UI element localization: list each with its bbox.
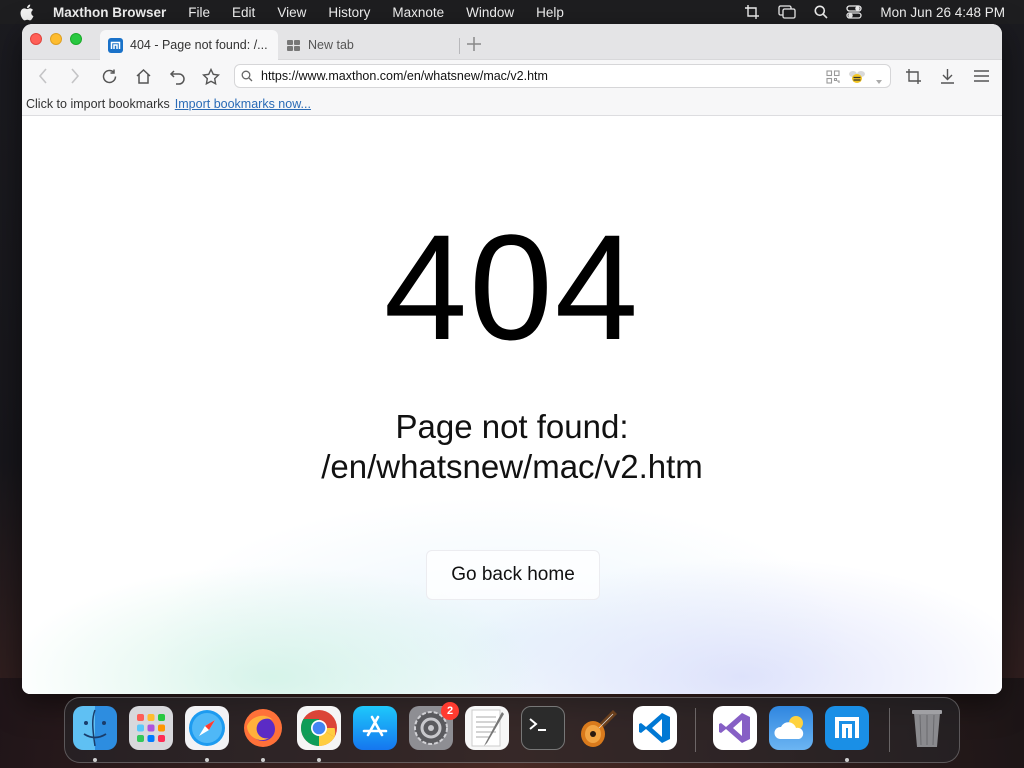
qr-code-icon[interactable] <box>826 70 840 87</box>
menu-app-name[interactable]: Maxthon Browser <box>53 5 166 20</box>
import-bookmarks-link[interactable]: Import bookmarks now... <box>175 97 311 111</box>
tab-title: 404 - Page not found: /... <box>130 38 268 52</box>
close-window-button[interactable] <box>30 33 42 45</box>
dock-launchpad-icon[interactable] <box>129 706 173 750</box>
import-bookmarks-prompt: Click to import bookmarks <box>26 96 170 111</box>
dock-maxthon-icon[interactable] <box>825 706 869 750</box>
reload-icon[interactable] <box>100 67 118 85</box>
url-text[interactable]: https://www.maxthon.com/en/whatsnew/mac/… <box>261 69 548 83</box>
back-arrow-icon[interactable] <box>34 67 52 85</box>
bookmarks-bar: Click to import bookmarks Import bookmar… <box>22 92 1002 116</box>
spotlight-search-icon[interactable] <box>814 5 828 19</box>
download-icon[interactable] <box>938 67 956 85</box>
tab-new-tab[interactable]: New tab <box>278 30 458 60</box>
ad-blocker-bee-icon[interactable] <box>848 69 866 88</box>
menu-help[interactable]: Help <box>536 5 564 20</box>
window-controls <box>30 33 82 45</box>
dock-divider <box>695 708 696 752</box>
undo-close-tab-icon[interactable] <box>168 67 186 85</box>
screenshot-crop-icon[interactable] <box>904 67 922 85</box>
menubar-clock[interactable]: Mon Jun 26 4:48 PM <box>880 5 1005 20</box>
crop-status-icon[interactable] <box>744 4 760 20</box>
dock-visual-studio-icon[interactable] <box>713 706 757 750</box>
error-message-path: /en/whatsnew/mac/v2.htm <box>321 448 703 485</box>
page-content: 404 Page not found: /en/whatsnew/mac/v2.… <box>22 117 1002 694</box>
dock-firefox-icon[interactable] <box>241 706 285 750</box>
browser-window: 404 - Page not found: /... New tab https… <box>22 24 1002 694</box>
dock-chrome-icon[interactable] <box>297 706 341 750</box>
dock: 2 <box>64 697 960 763</box>
menu-bar: Maxthon Browser File Edit View History M… <box>0 0 1024 24</box>
menu-view[interactable]: View <box>277 5 306 20</box>
menu-maxnote[interactable]: Maxnote <box>392 5 444 20</box>
search-icon <box>241 70 253 82</box>
address-bar[interactable]: https://www.maxthon.com/en/whatsnew/mac/… <box>234 64 891 88</box>
new-tab-plus-icon[interactable] <box>466 36 482 52</box>
dock-running-indicator <box>205 758 209 762</box>
dock-textedit-icon[interactable] <box>465 706 509 750</box>
dock-finder-icon[interactable] <box>73 706 117 750</box>
menu-edit[interactable]: Edit <box>232 5 255 20</box>
tab-bar: 404 - Page not found: /... New tab <box>22 24 1002 60</box>
tab-title: New tab <box>308 38 354 52</box>
menu-file[interactable]: File <box>188 5 210 20</box>
dock-running-indicator <box>317 758 321 762</box>
error-code-heading: 404 <box>383 203 641 371</box>
go-back-home-button[interactable]: Go back home <box>426 550 600 600</box>
dock-weather-icon[interactable] <box>769 706 813 750</box>
dock-app-store-icon[interactable] <box>353 706 397 750</box>
navigation-toolbar: https://www.maxthon.com/en/whatsnew/mac/… <box>22 60 1002 92</box>
menu-window[interactable]: Window <box>466 5 514 20</box>
error-message-line1: Page not found: <box>395 408 629 445</box>
dock-garageband-icon[interactable] <box>577 706 621 750</box>
dock-safari-icon[interactable] <box>185 706 229 750</box>
error-message: Page not found: /en/whatsnew/mac/v2.htm <box>22 407 1002 487</box>
dock-trash-icon[interactable] <box>905 706 949 750</box>
bee-dropdown-chevron-icon[interactable] <box>876 74 882 88</box>
home-icon[interactable] <box>134 67 152 85</box>
apple-menu-icon[interactable] <box>19 4 35 20</box>
tab-divider <box>459 38 460 54</box>
notification-badge: 2 <box>441 702 459 720</box>
new-tab-grid-icon <box>286 38 301 53</box>
menu-history[interactable]: History <box>328 5 370 20</box>
tab-active-404[interactable]: 404 - Page not found: /... <box>100 30 278 60</box>
dock-running-indicator <box>261 758 265 762</box>
dock-running-indicator <box>845 758 849 762</box>
control-center-icon[interactable] <box>846 5 863 19</box>
maxthon-favicon-icon <box>108 37 123 53</box>
screen-mirroring-icon[interactable] <box>778 5 797 19</box>
menu-hamburger-icon[interactable] <box>972 67 990 85</box>
dock-running-indicator <box>93 758 97 762</box>
favorite-star-icon[interactable] <box>202 67 220 85</box>
dock-divider <box>889 708 890 752</box>
dock-terminal-icon[interactable] <box>521 706 565 750</box>
dock-vscode-icon[interactable] <box>633 706 677 750</box>
forward-arrow-icon[interactable] <box>66 67 84 85</box>
maximize-window-button[interactable] <box>70 33 82 45</box>
minimize-window-button[interactable] <box>50 33 62 45</box>
